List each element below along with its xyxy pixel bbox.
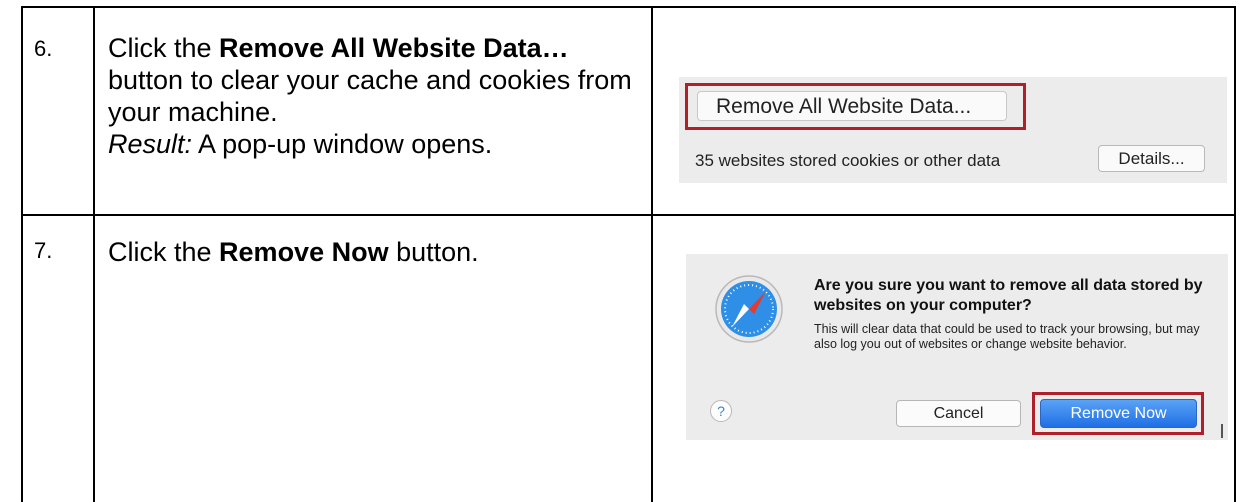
instruction-text: button to clear your cache and cookies f… — [108, 65, 632, 127]
highlight-box — [1032, 392, 1204, 435]
instruction-bold-button-name: Remove All Website Data… — [219, 33, 569, 63]
help-icon[interactable]: ? — [710, 400, 732, 422]
step-instruction: Click the Remove Now button. — [108, 236, 638, 268]
instruction-text: Click the — [108, 33, 220, 63]
screenshot-confirm-dialog: Are you sure you want to remove all data… — [686, 254, 1228, 440]
table-divider-2 — [651, 6, 653, 502]
instruction-bold-button-name: Remove Now — [219, 237, 389, 267]
table-border-top — [21, 6, 1236, 8]
step-instruction: Click the Remove All Website Data… butto… — [108, 32, 638, 160]
cancel-button[interactable]: Cancel — [896, 400, 1021, 427]
table-border-left — [21, 6, 23, 502]
instruction-text: Click the — [108, 237, 220, 267]
step-number: 7. — [34, 238, 53, 263]
dialog-title: Are you sure you want to remove all data… — [814, 277, 1203, 314]
dialog-message: This will clear data that could be used … — [814, 322, 1200, 351]
highlight-box — [685, 83, 1026, 130]
table-border-middle — [21, 214, 1236, 216]
instruction-text: button. — [388, 237, 479, 267]
screenshot-website-data: Remove All Website Data... 35 websites s… — [679, 77, 1227, 183]
safari-compass-icon — [715, 275, 783, 343]
window-edge-mark — [1221, 424, 1223, 438]
table-border-right — [1234, 6, 1236, 502]
table-divider-1 — [93, 6, 95, 502]
result-label: Result: — [108, 129, 193, 159]
step-number: 6. — [34, 36, 53, 61]
result-text: A pop-up window opens. — [192, 129, 493, 159]
details-button[interactable]: Details... — [1098, 145, 1205, 172]
stored-cookies-text: 35 websites stored cookies or other data — [695, 151, 1001, 170]
